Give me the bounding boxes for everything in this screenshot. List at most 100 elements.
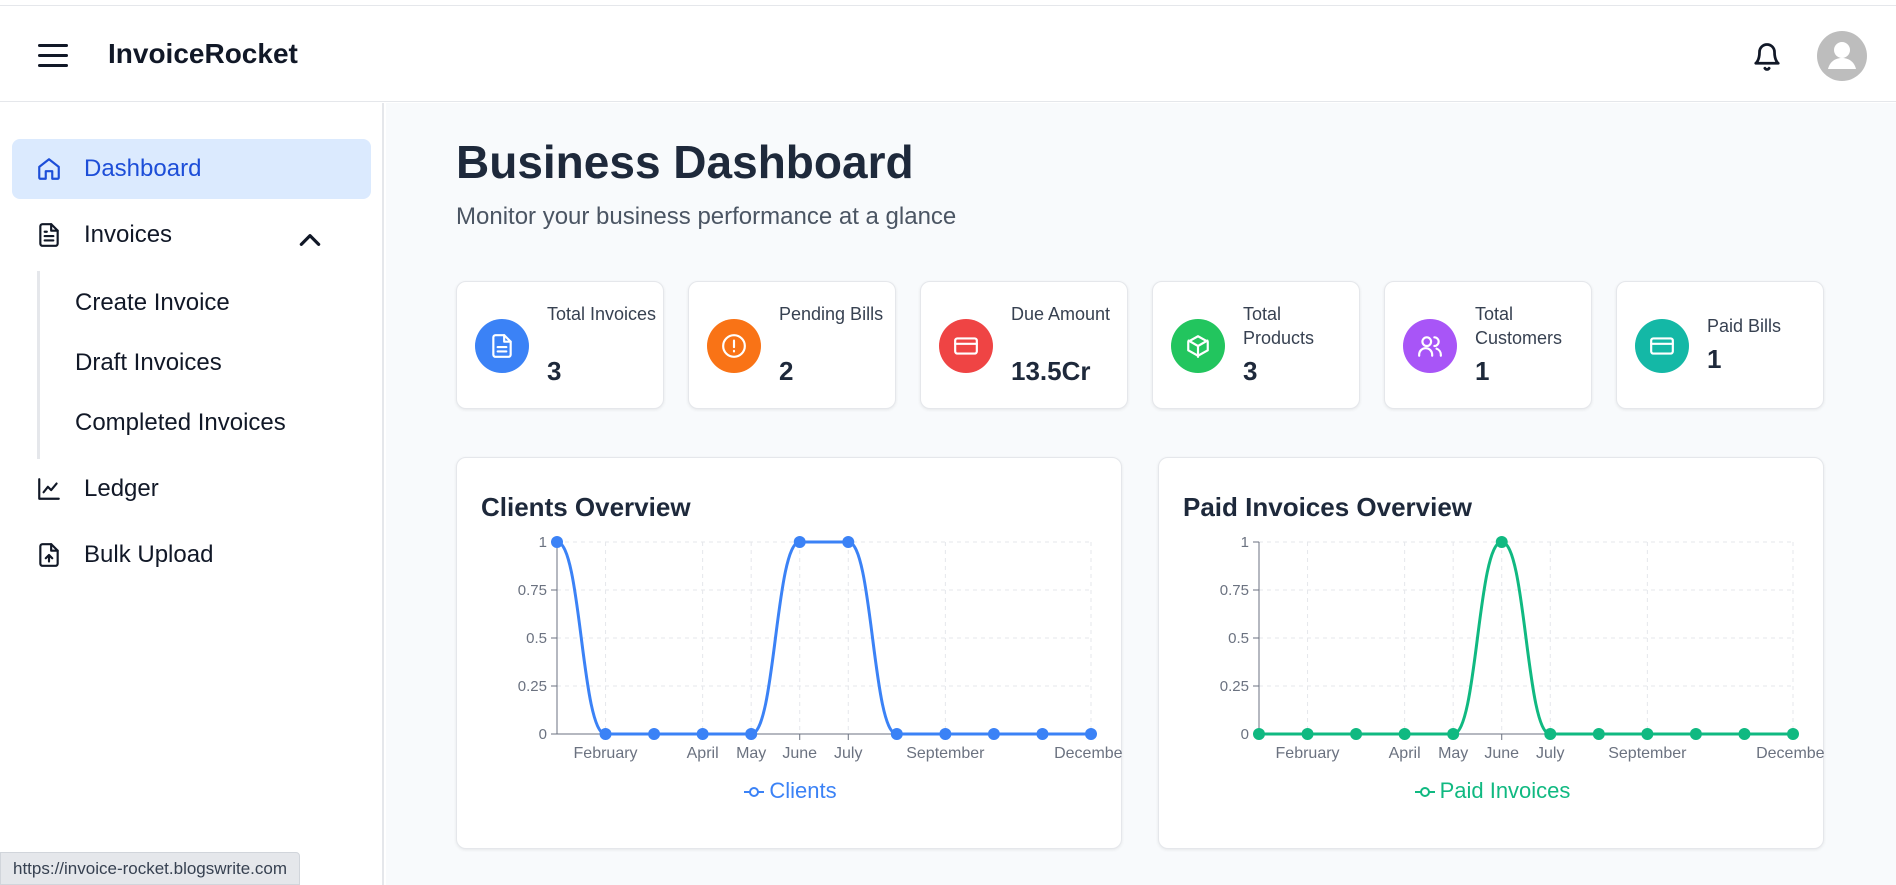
credit-card-icon [954, 337, 978, 355]
data-point [1085, 728, 1097, 740]
main-content: Business Dashboard Monitor your business… [386, 103, 1896, 885]
chart-legend[interactable]: Clients [457, 778, 1123, 804]
sidebar-item-ledger[interactable]: Ledger [12, 459, 371, 519]
sidebar-item-label: Dashboard [84, 155, 202, 182]
stat-label: Due Amount [1011, 304, 1111, 324]
page-title: Business Dashboard [456, 136, 914, 188]
data-point [1689, 728, 1702, 740]
stat-value: 3 [547, 356, 562, 386]
y-tick-label: 0 [539, 726, 547, 743]
data-point [648, 728, 661, 740]
x-tick-label: May [736, 745, 766, 762]
y-tick-label: 0.25 [518, 678, 547, 695]
x-tick-label: February [574, 745, 638, 762]
sidebar-subitem-draft-invoices[interactable]: Draft Invoices [75, 349, 222, 377]
stat-icon-bg [1171, 319, 1225, 373]
menu-icon[interactable] [38, 44, 68, 68]
data-point [1447, 728, 1460, 740]
data-point [793, 536, 806, 548]
x-tick-label: December [1756, 745, 1825, 762]
chart-title: Clients Overview [481, 492, 691, 522]
app-brand[interactable]: InvoiceRocket [108, 38, 298, 70]
stat-icon-bg [1635, 319, 1689, 373]
x-tick-label: June [1484, 745, 1519, 762]
stat-label: Pending Bills [779, 304, 884, 324]
data-point [1787, 728, 1799, 740]
sidebar-item-label: Ledger [84, 475, 159, 502]
stat-card-total-products[interactable]: Total Products 3 [1152, 281, 1360, 409]
stat-icon-bg [707, 319, 761, 373]
data-point [1398, 728, 1411, 740]
y-tick-label: 0.75 [518, 582, 547, 599]
x-tick-label: June [782, 745, 817, 762]
stat-card-total-invoices[interactable]: Total Invoices 3 [456, 281, 664, 409]
submenu-divider [37, 271, 40, 459]
x-tick-label: September [906, 745, 985, 762]
bell-icon[interactable] [1752, 40, 1782, 74]
sidebar-item-label: Invoices [84, 221, 173, 248]
data-point [1495, 536, 1508, 548]
data-point [1544, 728, 1557, 740]
data-point [745, 728, 758, 740]
user-icon [1828, 42, 1856, 69]
stat-label: Total Products [1243, 304, 1315, 348]
y-tick-label: 0.25 [1220, 678, 1249, 695]
line-chart-icon [38, 478, 60, 500]
stat-card-paid-bills[interactable]: Paid Bills 1 [1616, 281, 1824, 409]
data-point [599, 728, 612, 740]
y-tick-label: 1 [539, 534, 547, 551]
legend-label: Clients [769, 778, 837, 803]
chevron-up-icon[interactable] [297, 227, 323, 253]
home-icon [38, 158, 60, 180]
x-tick-label: July [834, 745, 862, 762]
stat-label: Paid Bills [1707, 316, 1782, 336]
status-bar-url: https://invoice-rocket.blogswrite.com [0, 852, 300, 885]
data-point [987, 728, 1000, 740]
data-point [890, 728, 903, 740]
data-point [842, 536, 855, 548]
x-tick-label: April [1389, 745, 1421, 762]
x-tick-label: April [687, 745, 719, 762]
legend-line-icon [744, 787, 765, 798]
credit-card-icon [1650, 337, 1674, 355]
sidebar-item-invoices[interactable]: Invoices [12, 205, 371, 265]
paid-invoices-overview-card: 0 0.25 0.5 0.75 1 February April May June July Sep… [1158, 457, 1825, 849]
sidebar-item-dashboard[interactable]: Dashboard [12, 139, 371, 199]
stat-label: Total Invoices [547, 304, 657, 324]
alert-circle-icon [722, 334, 746, 358]
users-icon [1418, 336, 1442, 357]
stat-card-due-amount[interactable]: Due Amount 13.5Cr [920, 281, 1128, 409]
sidebar-item-bulk-upload[interactable]: Bulk Upload [12, 525, 371, 585]
x-tick-label: February [1276, 745, 1340, 762]
y-tick-label: 0.75 [1220, 582, 1249, 599]
sidebar-subitem-create-invoice[interactable]: Create Invoice [75, 289, 230, 317]
data-point [1641, 728, 1654, 740]
y-tick-label: 0.5 [1228, 630, 1249, 647]
stat-card-pending-bills[interactable]: Pending Bills 2 [688, 281, 896, 409]
y-tick-label: 1 [1241, 534, 1249, 551]
stat-icon-bg [939, 319, 993, 373]
sidebar-item-label: Bulk Upload [84, 541, 214, 568]
legend-label: Paid Invoices [1439, 778, 1571, 803]
y-tick-label: 0.5 [526, 630, 547, 647]
data-point [1592, 728, 1605, 740]
data-point [1253, 728, 1265, 740]
document-icon [39, 223, 59, 247]
sidebar-subitem-completed-invoices[interactable]: Completed Invoices [75, 409, 286, 437]
stat-value: 2 [779, 356, 794, 386]
document-icon [492, 334, 512, 358]
app-header: InvoiceRocket [0, 6, 1896, 102]
legend-line-icon [1414, 787, 1435, 798]
avatar[interactable] [1817, 31, 1867, 81]
stat-icon-bg [475, 319, 529, 373]
stat-card-total-customers[interactable]: Total Customers 1 [1384, 281, 1592, 409]
chart-legend[interactable]: Paid Invoices [1159, 778, 1825, 804]
data-point [1301, 728, 1314, 740]
package-icon [1187, 335, 1209, 358]
stat-label: Total Customers [1475, 304, 1563, 348]
sidebar: Dashboard Invoices Create Invoice Draft … [0, 103, 384, 885]
data-point [696, 728, 709, 740]
stat-value: 3 [1243, 356, 1258, 386]
stat-value: 1 [1707, 344, 1722, 374]
data-point [1738, 728, 1751, 740]
